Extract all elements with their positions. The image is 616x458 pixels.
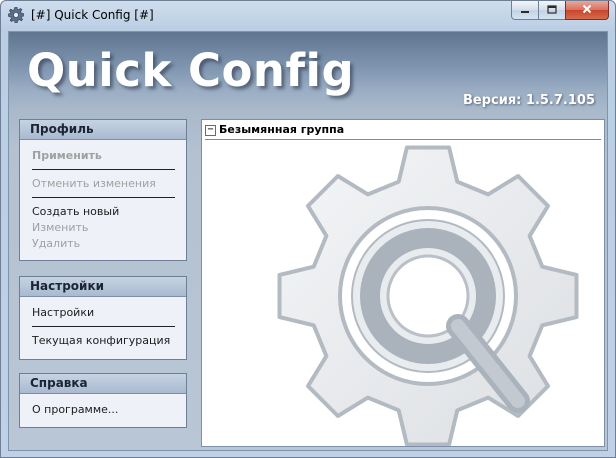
close-icon: [582, 4, 592, 17]
divider: [32, 169, 175, 170]
about-link[interactable]: О программе...: [32, 402, 186, 418]
edit-link[interactable]: Изменить: [32, 220, 186, 236]
help-panel-header: Справка: [20, 374, 186, 394]
delete-link[interactable]: Удалить: [32, 236, 186, 252]
profile-panel: Профиль Применить Отменить изменения Соз…: [19, 119, 187, 261]
divider: [32, 326, 175, 327]
profile-panel-header: Профиль: [20, 120, 186, 140]
window-title: [#] Quick Config [#]: [31, 8, 154, 22]
divider: [32, 197, 175, 198]
gear-icon[interactable]: [7, 6, 25, 24]
create-new-link[interactable]: Создать новый: [32, 204, 186, 220]
app-banner: Quick Config Версия: 1.5.7.105: [9, 32, 607, 110]
app-window: [#] Quick Config [#] Quick Config Версия…: [0, 0, 616, 458]
banner-title: Quick Config: [27, 44, 355, 97]
apply-link[interactable]: Применить: [32, 148, 186, 164]
content-area: − Безымянная группа: [201, 119, 605, 447]
minimize-button[interactable]: [511, 1, 539, 20]
collapse-icon[interactable]: −: [205, 125, 216, 136]
title-bar[interactable]: [#] Quick Config [#]: [1, 1, 615, 31]
current-config-link[interactable]: Текущая конфигурация: [32, 333, 186, 349]
maximize-icon: [547, 4, 557, 17]
settings-panel-header: Настройки: [20, 277, 186, 297]
help-panel: Справка О программе...: [19, 373, 187, 428]
settings-link[interactable]: Настройки: [32, 305, 186, 321]
gear-watermark-icon: [277, 145, 579, 446]
maximize-button[interactable]: [538, 1, 566, 20]
minimize-icon: [520, 4, 530, 17]
settings-panel: Настройки Настройки Текущая конфигурация: [19, 276, 187, 360]
window-controls: [511, 1, 609, 21]
group-title: Безымянная группа: [219, 123, 345, 136]
version-label: Версия: 1.5.7.105: [462, 93, 595, 108]
close-button[interactable]: [565, 1, 609, 20]
cancel-changes-link[interactable]: Отменить изменения: [32, 176, 186, 192]
client-area: Quick Config Версия: 1.5.7.105 Профиль П…: [8, 31, 608, 451]
group-header[interactable]: − Безымянная группа: [205, 123, 601, 140]
